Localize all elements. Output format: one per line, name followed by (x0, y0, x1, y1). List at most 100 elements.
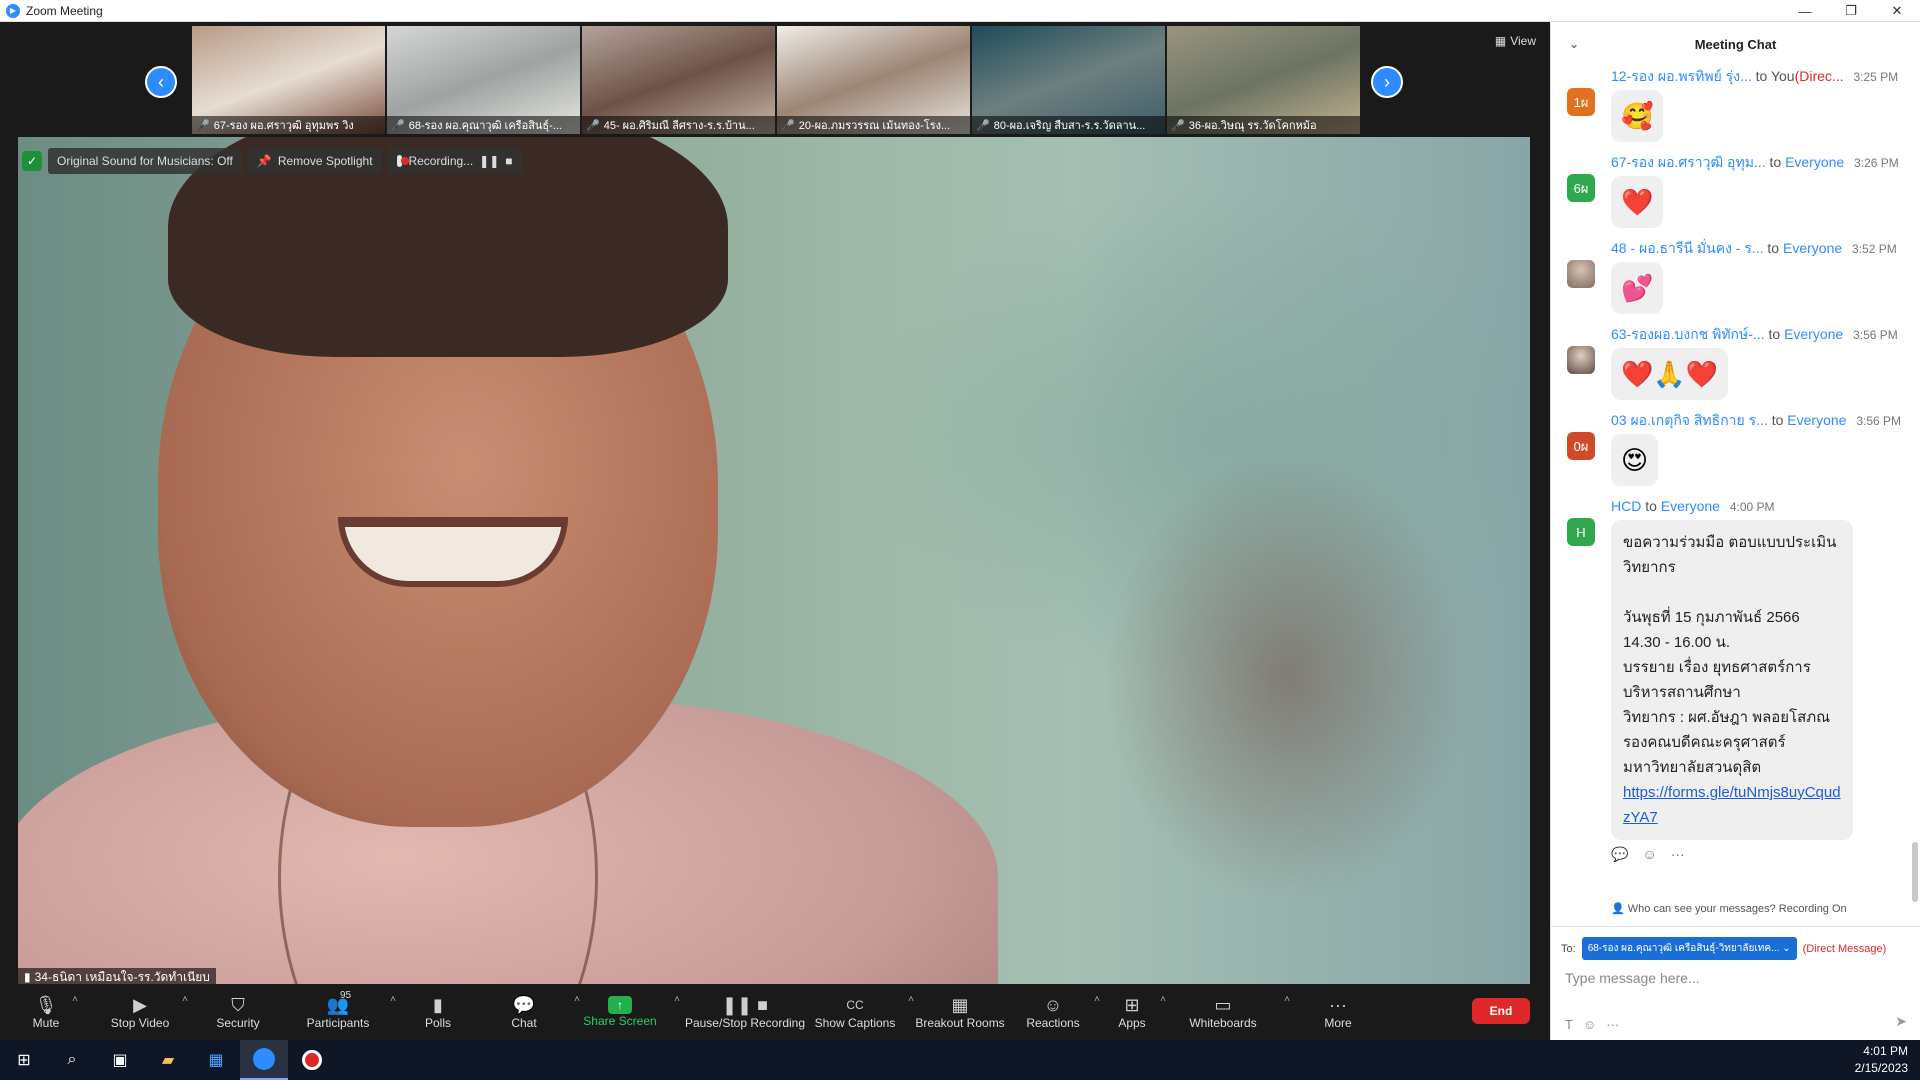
message-bubble: 💕 (1611, 262, 1664, 314)
participant-thumbnail[interactable]: 🎤 67-รอง ผอ.ศราวุฒิ อุทุมพร วิง (192, 26, 385, 134)
task-view-icon[interactable]: ▣ (96, 1040, 144, 1080)
participants-count: 95 (340, 990, 352, 1001)
form-link[interactable]: https://forms.gle/tuNmjs8uyCqudzYA7 (1623, 784, 1841, 826)
participant-thumbnail[interactable]: 🎤 68-รอง ผอ.คุณาวุฒิ เครือสินธุ์-... (387, 26, 580, 134)
message-sender[interactable]: 12-รอง ผอ.พรทิพย์ รุ่ง... (1611, 68, 1752, 84)
show-captions-button[interactable]: CC Show Captions ˄ (810, 984, 914, 1039)
message-to: to (1645, 498, 1657, 514)
grid-view-icon: ▦ (1494, 34, 1507, 48)
chat-message-list[interactable]: 1ผ 12-รอง ผอ.พรทิพย์ รุ่ง... to You(Dire… (1551, 66, 1913, 916)
restore-icon[interactable]: ❐ (1828, 0, 1874, 22)
pause-stop-recording-button[interactable]: ❚❚ ■ Pause/Stop Recording (680, 984, 810, 1039)
chat-title: Meeting Chat (1694, 36, 1777, 52)
emoji-icon[interactable]: ☺ (1583, 1017, 1596, 1032)
add-reaction-icon[interactable]: ☺ (1642, 846, 1656, 863)
chevron-down-icon[interactable]: ⌄ (1569, 37, 1579, 51)
message-sender[interactable]: 67-รอง ผอ.ศราวุฒิ อุทุม... (1611, 154, 1766, 170)
send-icon[interactable]: ➤ (1895, 1013, 1907, 1030)
spotlight-video (18, 137, 1530, 985)
security-button[interactable]: ⛉ Security (188, 984, 288, 1039)
original-sound-toggle[interactable]: Original Sound for Musicians: Off (48, 148, 242, 174)
stop-recording-icon[interactable]: ■ (505, 154, 512, 168)
participant-thumbnail[interactable]: 🎤 20-ผอ.ภมรวรรณ เม้นทอง-โรง... (777, 26, 970, 134)
format-text-icon[interactable]: T (1565, 1017, 1573, 1032)
participant-thumbnail[interactable]: 🎤 45- ผอ.ศิริมณี ลีศราง-ร.ร.บ้าน... (582, 26, 775, 134)
close-icon[interactable]: ✕ (1874, 0, 1920, 22)
remove-spotlight-button[interactable]: 📌 Remove Spotlight (247, 148, 382, 174)
message-to: to (1771, 412, 1784, 428)
participant-thumbnail[interactable]: 🎤 36-ผอ.วิษณุ รร.วัดโคกหม้อ (1167, 26, 1360, 134)
zoom-app-icon[interactable] (240, 1040, 288, 1080)
original-sound-label: Original Sound for Musicians: Off (57, 154, 233, 168)
reactions-button[interactable]: ☺ Reactions ˄ (1020, 984, 1100, 1039)
message-bubble: ❤️ (1611, 176, 1664, 228)
message-bubble: ขอความร่วมมือ ตอบแบบประเมินวิทยากร วันพุ… (1611, 520, 1853, 840)
composer-icons: T ☺ ··· (1565, 1017, 1619, 1032)
message-time: 3:26 PM (1854, 156, 1899, 170)
apps-options-caret[interactable]: ˄ (1160, 994, 1166, 1005)
share-screen-label: Share Screen (583, 1013, 657, 1028)
remove-spotlight-label: Remove Spotlight (277, 154, 373, 168)
pause-recording-icon[interactable]: ❚❚ (479, 154, 499, 168)
stop-video-button[interactable]: ▶ Stop Video ˄ (92, 984, 188, 1039)
video-overlay-toolbar: ✓ Original Sound for Musicians: Off 📌 Re… (22, 148, 522, 174)
view-button[interactable]: ▦ View (1495, 34, 1536, 48)
breakout-rooms-button[interactable]: ▦ Breakout Rooms (900, 984, 1020, 1039)
system-clock[interactable]: 4:01 PM 2/15/2023 (1855, 1043, 1908, 1077)
more-button[interactable]: ··· More (1288, 984, 1388, 1039)
search-icon[interactable]: ⌕ (48, 1040, 96, 1080)
chat-button[interactable]: 💬 Chat ˄ (488, 984, 580, 1039)
strip-prev-button[interactable]: ‹ (145, 66, 177, 98)
direct-tag: (Direc... (1794, 68, 1844, 84)
windows-start-icon[interactable]: ⊞ (0, 1040, 48, 1080)
polls-button[interactable]: ▮ Polls (388, 984, 488, 1039)
mute-button[interactable]: 🎙 Mute ˄ (0, 984, 92, 1039)
chat-scrollbar[interactable] (1912, 842, 1918, 902)
whiteboards-button[interactable]: ▭ Whiteboards ˄ (1178, 984, 1290, 1039)
avatar: 0ผ (1567, 432, 1595, 460)
file-explorer-icon[interactable]: ▰ (144, 1040, 192, 1080)
mute-options-caret[interactable]: ˄ (72, 994, 78, 1005)
recipient-select[interactable]: 68-รอง ผอ.คุณาวุฒิ เครือสินธุ์-วิทยาลัยเ… (1581, 937, 1797, 960)
clock-time: 4:01 PM (1863, 1044, 1908, 1058)
message-header: 67-รอง ผอ.ศราวุฒิ อุทุม... to Everyone 3… (1611, 152, 1913, 172)
share-screen-button[interactable]: ↑ Share Screen ˄ (560, 984, 680, 1039)
security-label: Security (216, 1015, 260, 1030)
message-recipient: Everyone (1660, 498, 1720, 514)
message-text: ขอความร่วมมือ ตอบแบบประเมินวิทยากร วันพุ… (1623, 534, 1837, 776)
whiteboard-icon: ▭ (1214, 994, 1232, 1015)
chat-message: 6ผ 67-รอง ผอ.ศราวุฒิ อุทุม... to Everyon… (1551, 152, 1913, 228)
participants-button[interactable]: 👥 95 Participants ˄ (288, 984, 396, 1039)
message-recipient: You (1770, 68, 1795, 84)
minimize-icon[interactable]: — (1782, 0, 1828, 22)
end-meeting-button[interactable]: End (1472, 998, 1530, 1024)
apps-button[interactable]: ⊞ Apps ˄ (1086, 984, 1178, 1039)
reply-icon[interactable]: 💬 (1611, 846, 1628, 863)
message-sender[interactable]: 63-รองผอ.บงกช พิทักษ์-... (1611, 326, 1765, 342)
whiteboards-label: Whiteboards (1189, 1015, 1257, 1030)
window-controls: — ❐ ✕ (1782, 0, 1920, 22)
more-label: More (1324, 1015, 1352, 1030)
message-sender[interactable]: 03 ผอ.เกตุกิจ สิทธิกาย ร... (1611, 412, 1768, 428)
recording-icon (396, 155, 409, 167)
record-app-icon[interactable] (288, 1040, 336, 1080)
message-input[interactable]: Type message here... (1565, 970, 1920, 986)
privacy-note[interactable]: 👤 Who can see your messages? Recording O… (1611, 902, 1847, 915)
message-sender[interactable]: 48 - ผอ.ธารีนี มั่นคง - ร... (1611, 240, 1764, 256)
muted-mic-icon: 🎤 (196, 119, 210, 132)
message-sender[interactable]: HCD (1611, 498, 1641, 514)
share-screen-icon: ↑ (608, 995, 632, 1014)
message-to: to (1768, 326, 1781, 342)
more-options-icon[interactable]: ··· (1671, 846, 1685, 863)
store-app-icon[interactable]: ▦ (192, 1040, 240, 1080)
avatar: 1ผ (1567, 88, 1595, 116)
apps-icon: ⊞ (1124, 994, 1140, 1015)
reactions-label: Reactions (1026, 1015, 1080, 1030)
participant-thumbnail[interactable]: 🎤 80-ผอ.เจริญ สืบสา-ร.ร.วัดลาน... (972, 26, 1165, 134)
chat-message: 63-รองผอ.บงกช พิทักษ์-... to Everyone 3:… (1551, 324, 1913, 400)
more-options-icon[interactable]: ··· (1606, 1017, 1619, 1032)
strip-next-button[interactable]: › (1371, 66, 1403, 98)
message-time: 3:52 PM (1852, 242, 1897, 256)
window-title: Zoom Meeting (26, 3, 103, 18)
message-bubble: 😍 (1611, 434, 1659, 486)
